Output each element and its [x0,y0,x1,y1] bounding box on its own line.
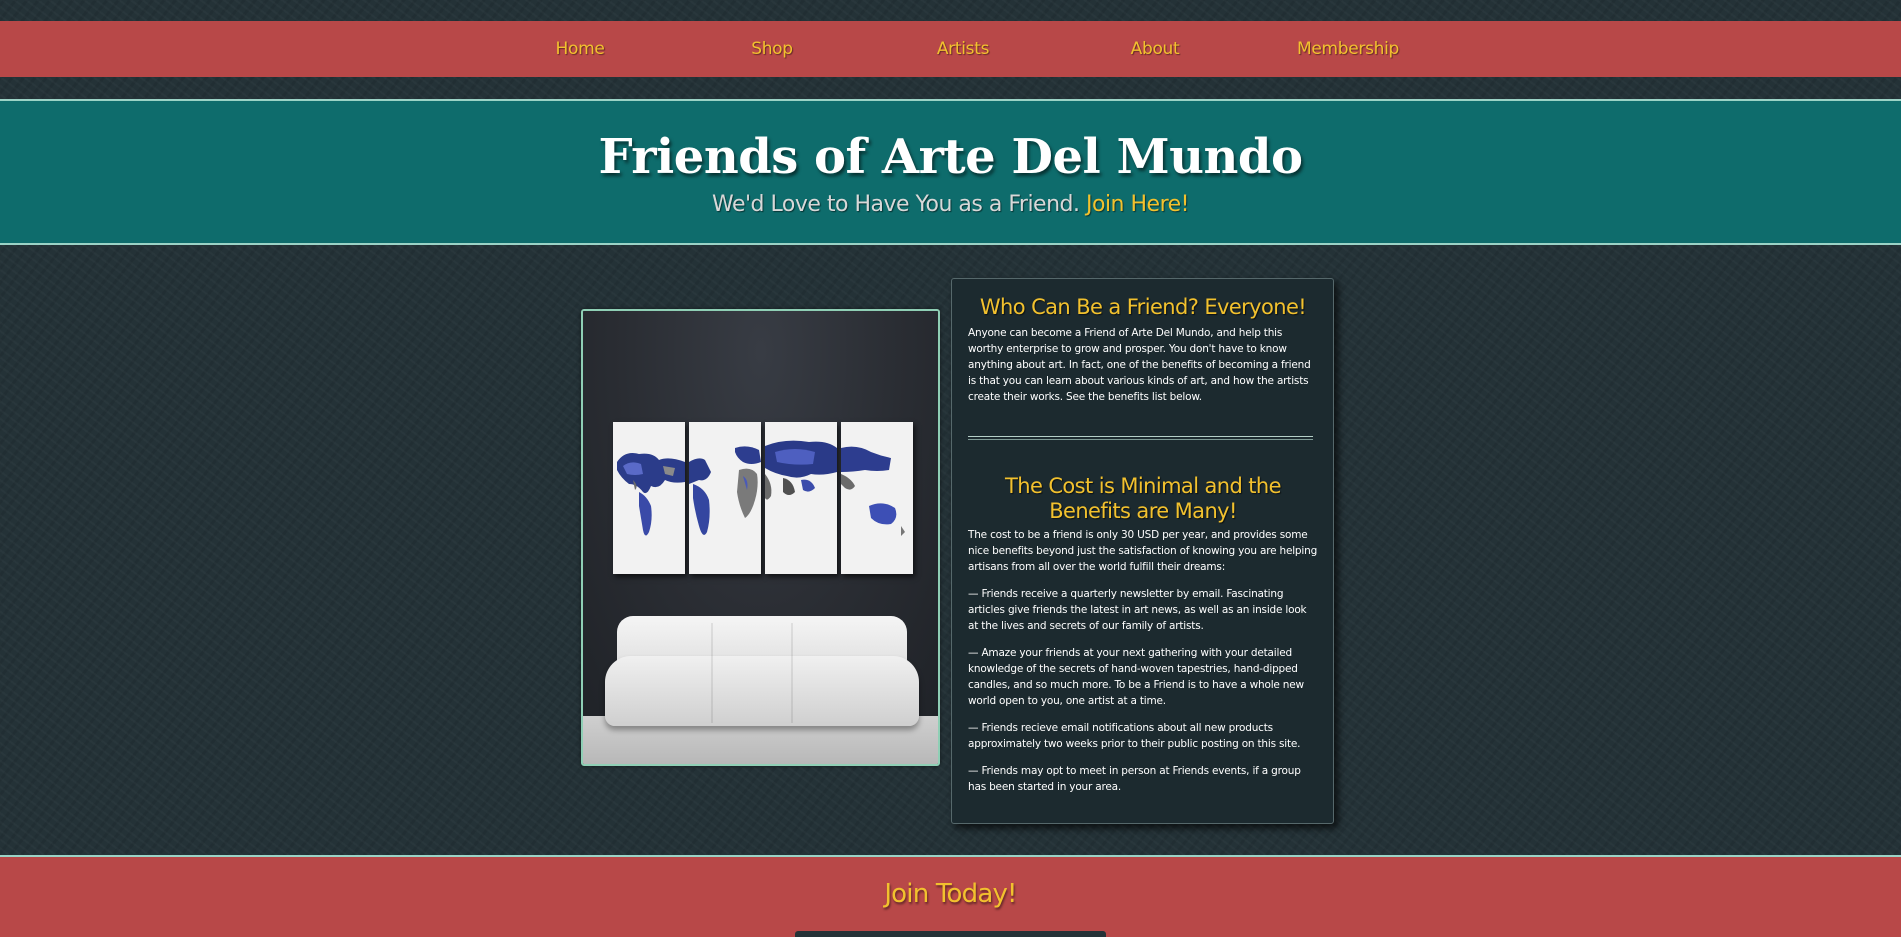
join-heading: Join Today! [884,879,1017,909]
benefit-item: — Friends receive a quarterly newsletter… [968,588,1307,632]
sofa-seat [605,656,919,726]
section-divider [968,436,1313,440]
canvas-panel [613,422,685,574]
join-section: Join Today! [0,855,1901,937]
hero-subtitle-text: We'd Love to Have You as a Friend. [711,192,1080,217]
benefit-item: — Friends may opt to meet in person at F… [968,765,1301,793]
nav-home[interactable]: Home [555,21,604,77]
art-image [581,309,940,766]
benefits-intro: The cost to be a friend is only 30 USD p… [968,529,1318,573]
join-form-container[interactable] [795,931,1106,937]
section-heading-who: Who Can Be a Friend? Everyone! [979,295,1307,319]
canvas-panel [765,422,837,574]
section-heading-cost: The Cost is Minimal and the Benefits are… [1005,474,1282,523]
section-body-who: Anyone can become a Friend of Arte Del M… [968,327,1311,403]
benefit-item: — Amaze your friends at your next gather… [968,647,1304,707]
canvas-panel [841,422,913,574]
sofa-cushion-seam [711,623,713,723]
sofa-cushion-seam [791,623,793,723]
nav-artists[interactable]: Artists [937,21,990,77]
page-title: Friends of Arte Del Mundo [598,129,1303,185]
canvas-panel [689,422,761,574]
join-here-link[interactable]: Join Here! [1086,192,1190,217]
hero-banner: Friends of Arte Del Mundo We'd Love to H… [0,99,1901,245]
benefits-body: The cost to be a friend is only 30 USD p… [968,527,1318,806]
nav-about[interactable]: About [1131,21,1180,77]
membership-info-box: Who Can Be a Friend? Everyone! Anyone ca… [951,278,1334,824]
main-nav: Home Shop Artists About Membership [0,21,1901,77]
nav-membership[interactable]: Membership [1297,21,1399,77]
benefit-item: — Friends recieve email notifications ab… [968,722,1301,750]
hero-subtitle: We'd Love to Have You as a Friend. Join … [0,192,1901,217]
nav-shop[interactable]: Shop [751,21,793,77]
